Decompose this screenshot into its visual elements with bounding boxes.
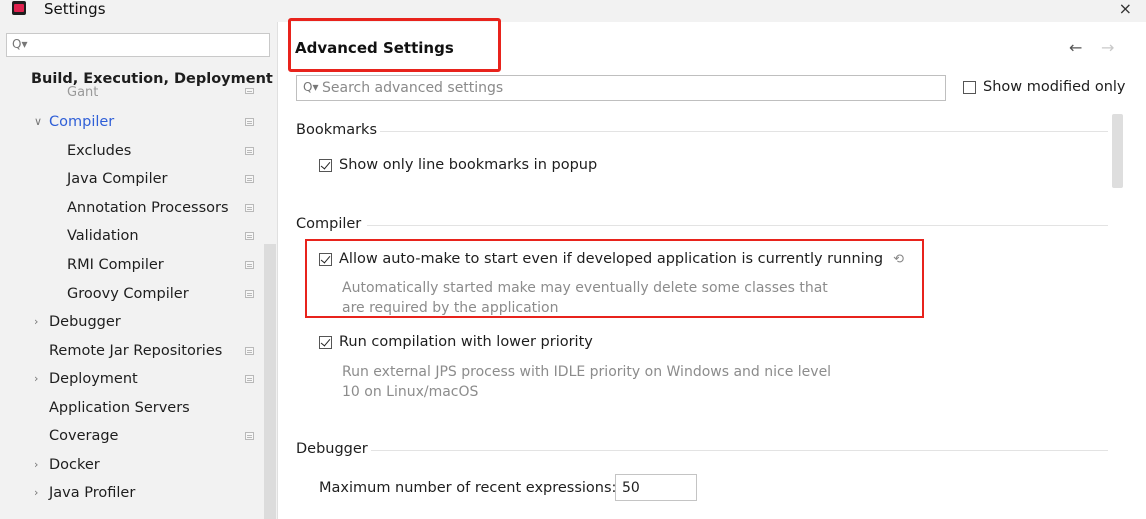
option-allow-auto-make[interactable]: Allow auto-make to start even if develop… bbox=[319, 251, 904, 267]
section-title-bookmarks: Bookmarks bbox=[296, 122, 378, 138]
advanced-settings-panel: Advanced Settings ← → Q▾ Show modified o… bbox=[279, 18, 1146, 519]
sidebar-scrollbar[interactable] bbox=[264, 244, 276, 519]
project-level-icon bbox=[245, 261, 254, 269]
search-icon: Q▾ bbox=[12, 37, 28, 51]
project-level-icon bbox=[245, 232, 254, 240]
project-level-icon bbox=[245, 175, 254, 183]
tree-item-validation[interactable]: Validation bbox=[67, 223, 139, 249]
max-recent-expressions-input[interactable] bbox=[615, 474, 697, 501]
option-label: Show only line bookmarks in popup bbox=[339, 157, 598, 173]
chevron-right-icon[interactable]: › bbox=[34, 315, 38, 328]
tree-item-excludes[interactable]: Excludes bbox=[67, 138, 131, 164]
project-level-icon bbox=[245, 88, 254, 94]
option-label: Allow auto-make to start even if develop… bbox=[339, 251, 884, 267]
section-divider bbox=[371, 450, 1108, 451]
settings-sidebar: Q▾ Build, Execution, Deployment Gant ∨ C… bbox=[0, 22, 278, 519]
title-bar: Settings × bbox=[0, 0, 1146, 22]
chevron-down-icon[interactable]: ∨ bbox=[34, 115, 42, 128]
tree-item-coverage[interactable]: Coverage bbox=[49, 423, 118, 449]
project-level-icon bbox=[245, 147, 254, 155]
option-show-line-bookmarks[interactable]: Show only line bookmarks in popup bbox=[319, 157, 597, 173]
option-run-compilation-lower-priority[interactable]: Run compilation with lower priority bbox=[319, 334, 593, 350]
project-level-icon bbox=[245, 118, 254, 126]
project-level-icon bbox=[245, 290, 254, 298]
tree-item-deployment[interactable]: Deployment bbox=[49, 366, 138, 392]
section-divider bbox=[367, 225, 1108, 226]
tree-item-java-profiler[interactable]: Java Profiler bbox=[49, 480, 135, 506]
advanced-settings-search[interactable]: Q▾ bbox=[296, 75, 946, 101]
close-button[interactable]: × bbox=[1119, 0, 1132, 18]
tree-item-application-servers[interactable]: Application Servers bbox=[49, 395, 190, 421]
option-description-line: Automatically started make may eventuall… bbox=[342, 280, 828, 296]
project-level-icon bbox=[245, 347, 254, 355]
tree-item-annotation-processors[interactable]: Annotation Processors bbox=[67, 195, 229, 221]
section-title-debugger: Debugger bbox=[296, 441, 368, 457]
tree-item-java-compiler[interactable]: Java Compiler bbox=[67, 166, 168, 192]
checkbox-label: Show modified only bbox=[983, 79, 1126, 95]
checkbox-checked[interactable] bbox=[319, 158, 332, 172]
tree-item-rmi-compiler[interactable]: RMI Compiler bbox=[67, 252, 164, 278]
tree-item-remote-jar-repositories[interactable]: Remote Jar Repositories bbox=[49, 338, 222, 364]
option-description-line: Run external JPS process with IDLE prior… bbox=[342, 364, 832, 380]
tree-item-groovy-compiler[interactable]: Groovy Compiler bbox=[67, 281, 189, 307]
tree-item-gant[interactable]: Gant bbox=[67, 84, 98, 100]
main-scrollbar[interactable] bbox=[1112, 114, 1123, 188]
sidebar-search-input[interactable]: Q▾ bbox=[6, 33, 270, 57]
tree-item-compiler[interactable]: Compiler bbox=[49, 109, 114, 135]
tree-item-debugger[interactable]: Debugger bbox=[49, 309, 121, 335]
option-description-line: are required by the application bbox=[342, 300, 559, 316]
project-level-icon bbox=[245, 375, 254, 383]
search-input[interactable] bbox=[322, 77, 937, 99]
project-level-icon bbox=[245, 432, 254, 440]
section-title-compiler: Compiler bbox=[296, 216, 362, 232]
option-description-line: 10 on Linux/macOS bbox=[342, 384, 479, 400]
chevron-right-icon[interactable]: › bbox=[34, 486, 38, 499]
option-label: Run compilation with lower priority bbox=[339, 334, 593, 350]
reset-to-default-icon[interactable]: ⟲ bbox=[893, 252, 904, 267]
intellij-logo-icon bbox=[12, 1, 26, 15]
checkbox-checked[interactable] bbox=[319, 252, 332, 266]
page-title: Advanced Settings bbox=[295, 39, 454, 57]
window-title: Settings bbox=[44, 0, 106, 18]
tree-item-docker[interactable]: Docker bbox=[49, 452, 100, 478]
chevron-right-icon[interactable]: › bbox=[34, 372, 38, 385]
show-modified-only-checkbox[interactable]: Show modified only bbox=[963, 79, 1126, 95]
checkbox[interactable] bbox=[963, 80, 976, 94]
project-level-icon bbox=[245, 204, 254, 212]
forward-arrow-icon[interactable]: → bbox=[1101, 38, 1114, 57]
chevron-right-icon[interactable]: › bbox=[34, 458, 38, 471]
section-divider bbox=[380, 131, 1108, 132]
checkbox-checked[interactable] bbox=[319, 335, 332, 349]
max-recent-expressions-label: Maximum number of recent expressions: bbox=[319, 480, 617, 496]
search-icon: Q▾ bbox=[303, 80, 319, 94]
back-arrow-icon[interactable]: ← bbox=[1069, 38, 1082, 57]
